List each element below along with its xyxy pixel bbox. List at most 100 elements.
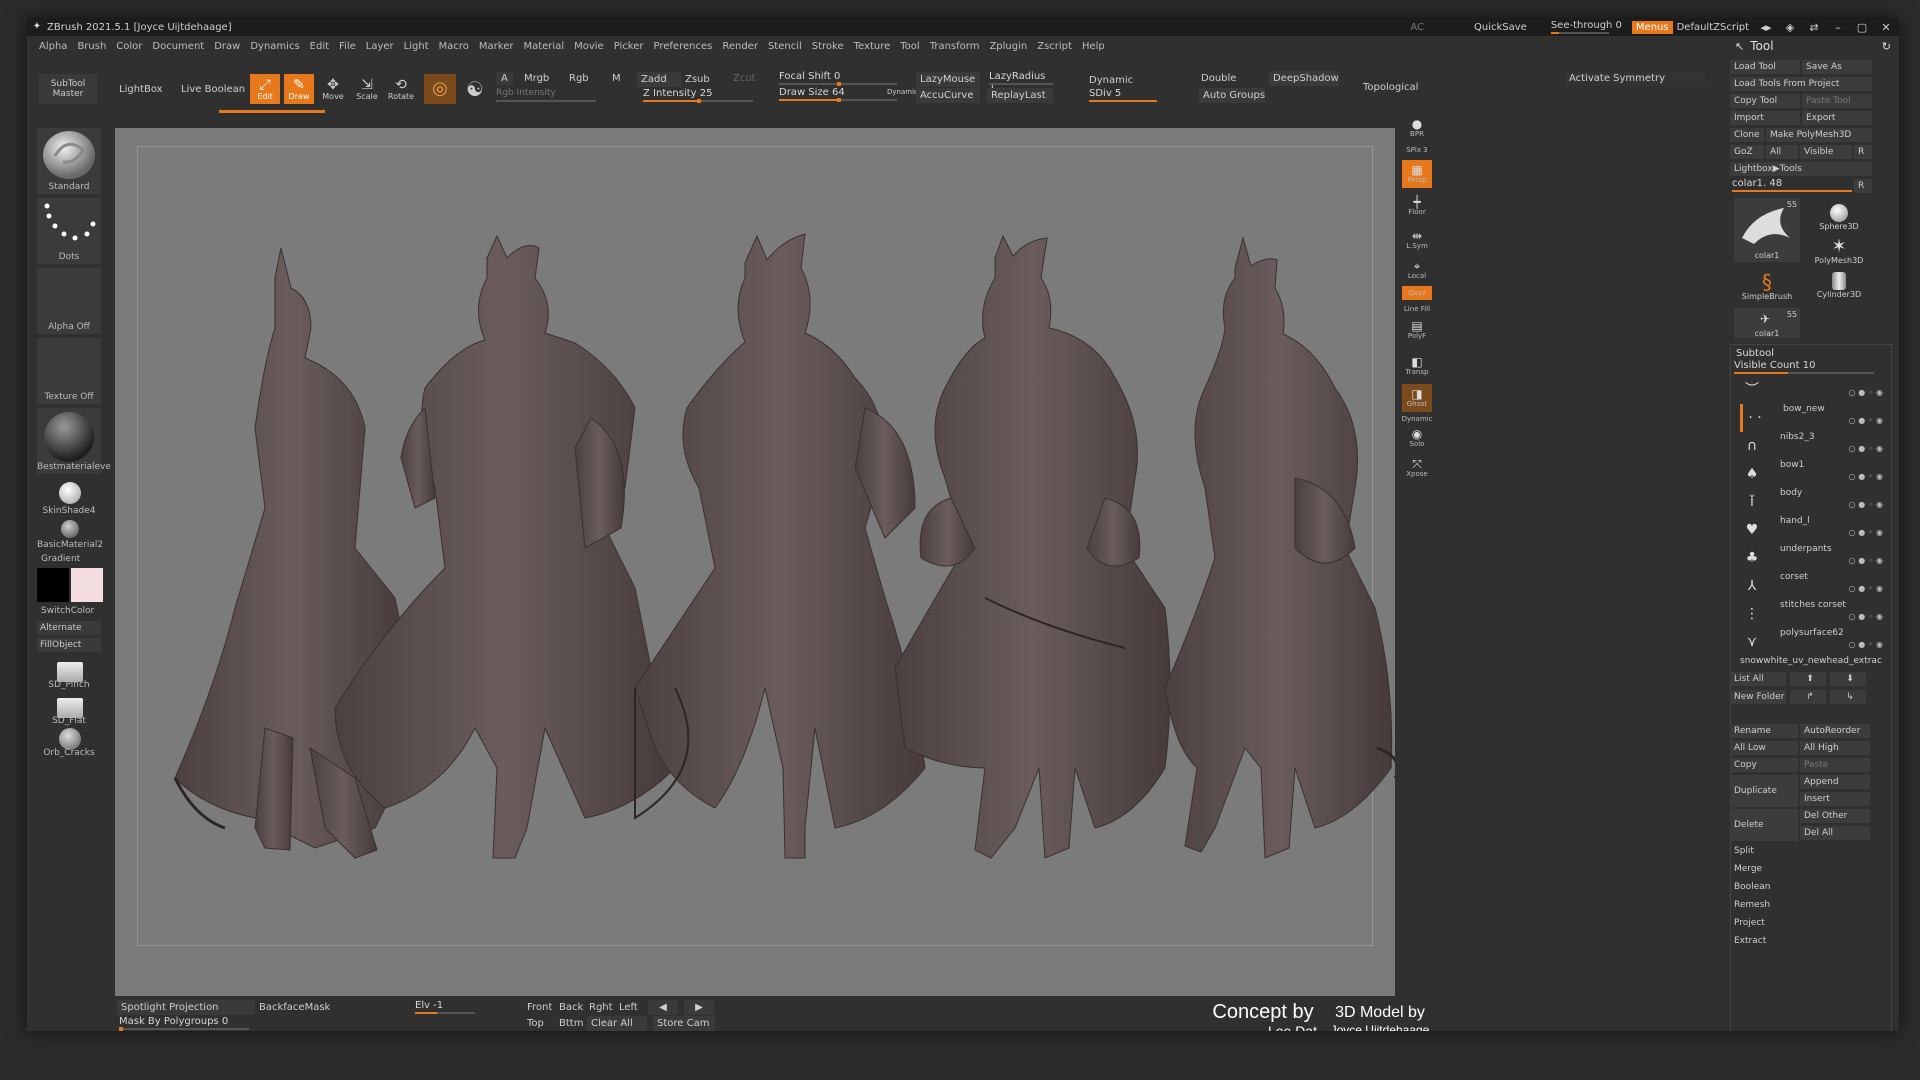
- draw-button[interactable]: ✎ Draw: [284, 74, 314, 104]
- brush-standard-thumb[interactable]: Standard: [37, 128, 101, 194]
- menu-document[interactable]: Document: [152, 41, 204, 52]
- lightbox-button[interactable]: LightBox: [119, 84, 163, 95]
- import-button[interactable]: Import: [1730, 111, 1800, 125]
- clear-all-button[interactable]: Clear All: [587, 1016, 647, 1031]
- project-section[interactable]: Project: [1730, 916, 1870, 930]
- tool-thumb-polymesh3d[interactable]: ✶ PolyMesh3D: [1806, 238, 1872, 266]
- live-boolean-button[interactable]: Live Boolean: [181, 84, 245, 95]
- menu-brush[interactable]: Brush: [77, 41, 106, 52]
- menu-dynamics[interactable]: Dynamics: [250, 41, 299, 52]
- subtool-master-button[interactable]: SubTool Master: [39, 74, 97, 104]
- ghost-button[interactable]: ◨ Ghost: [1402, 384, 1432, 412]
- backface-mask-button[interactable]: BackfaceMask: [259, 1002, 330, 1013]
- subtool-item-bow1[interactable]: ♠ bow1 ○●◦◉: [1740, 460, 1890, 488]
- append-button[interactable]: Append: [1800, 775, 1870, 789]
- subtool-toggles[interactable]: ○●◦◉: [1848, 416, 1886, 425]
- swap-icon[interactable]: ⇄: [1807, 21, 1821, 34]
- default-zscript-button[interactable]: DefaultZScript: [1677, 22, 1749, 33]
- prev-view-button[interactable]: ◀: [648, 1000, 678, 1015]
- sd-flat-icon[interactable]: [57, 698, 83, 718]
- menu-layer[interactable]: Layer: [366, 41, 394, 52]
- tool-pin-icon[interactable]: ↖: [1735, 40, 1744, 53]
- alternate-button[interactable]: Alternate: [37, 621, 101, 635]
- list-all-button[interactable]: List All: [1730, 672, 1786, 686]
- accucurve-button[interactable]: AccuCurve: [916, 88, 980, 103]
- alpha-off-thumb[interactable]: Alpha Off: [37, 268, 101, 334]
- ac-button[interactable]: AC: [1410, 22, 1424, 33]
- rgb-button[interactable]: Rgb: [569, 73, 589, 84]
- menus-toggle[interactable]: Menus: [1631, 20, 1673, 34]
- focal-shift-slider[interactable]: Focal Shift 0: [779, 71, 897, 86]
- goz-r-button[interactable]: R: [1854, 145, 1872, 159]
- basicmaterial-sphere-icon[interactable]: [61, 520, 79, 538]
- current-tool-r-button[interactable]: R: [1854, 179, 1872, 193]
- subtool-item-stitches-corset[interactable]: ⋮ stitches corset ○●◦◉: [1740, 600, 1890, 628]
- viewport-canvas[interactable]: [115, 128, 1395, 996]
- all-high-button[interactable]: All High: [1800, 741, 1870, 755]
- menu-edit[interactable]: Edit: [310, 41, 329, 52]
- activate-symmetry-button[interactable]: Activate Symmetry: [1565, 71, 1705, 86]
- back-view-button[interactable]: Back: [559, 1002, 583, 1013]
- menu-zscript[interactable]: Zscript: [1037, 41, 1072, 52]
- subtool-toggles[interactable]: ○●◦◉: [1848, 584, 1886, 593]
- menu-movie[interactable]: Movie: [574, 41, 604, 52]
- a-button[interactable]: A: [496, 72, 513, 85]
- menu-tool[interactable]: Tool: [900, 41, 919, 52]
- duplicate-button[interactable]: Duplicate: [1730, 775, 1798, 807]
- subtool-item-polysurface62[interactable]: ⋎ polysurface62 ○●◦◉: [1740, 628, 1890, 656]
- draw-size-slider[interactable]: Draw Size 64: [779, 87, 897, 102]
- replaylast-button[interactable]: ReplayLast: [987, 88, 1053, 103]
- refresh-icon[interactable]: ↻: [1882, 40, 1891, 53]
- polyf-button[interactable]: ▤ PolyF: [1402, 316, 1432, 344]
- subtool-item-snowwhite-head[interactable]: snowwhite_uv_newhead_extrac: [1740, 656, 1890, 670]
- merge-section[interactable]: Merge: [1730, 862, 1870, 876]
- maximize-icon[interactable]: ▢: [1855, 21, 1869, 34]
- export-button[interactable]: Export: [1802, 111, 1872, 125]
- zadd-button[interactable]: Zadd: [637, 72, 681, 87]
- insert-button[interactable]: Insert: [1800, 792, 1870, 806]
- goz-button[interactable]: GoZ: [1730, 145, 1764, 159]
- texture-off-thumb[interactable]: Texture Off: [37, 338, 101, 404]
- subtool-toggles[interactable]: ○●◦◉: [1848, 640, 1886, 649]
- close-icon[interactable]: ✕: [1879, 21, 1893, 34]
- subtool-item-bow-new[interactable]: · · bow_new ○●◦◉: [1740, 404, 1890, 432]
- menu-material[interactable]: Material: [523, 41, 564, 52]
- menu-draw[interactable]: Draw: [214, 41, 240, 52]
- move-button[interactable]: ✥ Move: [318, 74, 348, 104]
- rotate-button[interactable]: ⟲ Rotate: [386, 74, 416, 104]
- menu-render[interactable]: Render: [722, 41, 758, 52]
- zcut-button[interactable]: Zcut: [733, 73, 756, 84]
- clone-button[interactable]: Clone: [1730, 128, 1764, 142]
- menu-marker[interactable]: Marker: [479, 41, 514, 52]
- sd-pinch-icon[interactable]: [57, 662, 83, 682]
- palette-icon[interactable]: ◈: [1783, 21, 1797, 34]
- scale-button[interactable]: ⇲ Scale: [352, 74, 382, 104]
- goz-visible-button[interactable]: Visible: [1800, 145, 1852, 159]
- mask-by-polygroups-slider[interactable]: Mask By Polygroups 0: [119, 1016, 249, 1031]
- del-other-button[interactable]: Del Other: [1800, 809, 1870, 823]
- xpose-button[interactable]: ⤧ Xpose: [1402, 454, 1432, 482]
- subtool-toggles[interactable]: ○●◦◉: [1848, 500, 1886, 509]
- stroke-dots-thumb[interactable]: Dots: [37, 198, 101, 264]
- m-button[interactable]: M: [612, 73, 621, 84]
- rename-button[interactable]: Rename: [1730, 724, 1798, 738]
- next-view-button[interactable]: ▶: [684, 1000, 714, 1015]
- quicksave-button[interactable]: QuickSave: [1474, 22, 1527, 33]
- menu-color[interactable]: Color: [116, 41, 142, 52]
- delete-button[interactable]: Delete: [1730, 809, 1798, 841]
- visible-count-slider[interactable]: Visible Count 10: [1734, 360, 1874, 374]
- goz-all-button[interactable]: All: [1766, 145, 1798, 159]
- z-intensity-slider[interactable]: Z Intensity 25: [643, 88, 753, 103]
- del-all-button[interactable]: Del All: [1800, 826, 1870, 840]
- line-fill-button[interactable]: Line Fill: [1402, 302, 1432, 316]
- new-folder-button[interactable]: New Folder: [1730, 690, 1786, 704]
- lazymouse-button[interactable]: LazyMouse: [916, 72, 980, 87]
- topological-button[interactable]: Topological: [1363, 82, 1418, 93]
- draw-mode-swatch[interactable]: ☯: [460, 74, 490, 104]
- sdiv-slider[interactable]: SDiv 5: [1089, 88, 1157, 102]
- lazyradius-slider[interactable]: LazyRadius 1: [989, 71, 1053, 93]
- auto-groups-button[interactable]: Auto Groups: [1199, 88, 1265, 103]
- tool-thumb-sphere3d[interactable]: Sphere3D: [1806, 204, 1872, 231]
- qxyz-button[interactable]: Qxyz: [1402, 286, 1432, 300]
- zsub-button[interactable]: Zsub: [685, 74, 710, 85]
